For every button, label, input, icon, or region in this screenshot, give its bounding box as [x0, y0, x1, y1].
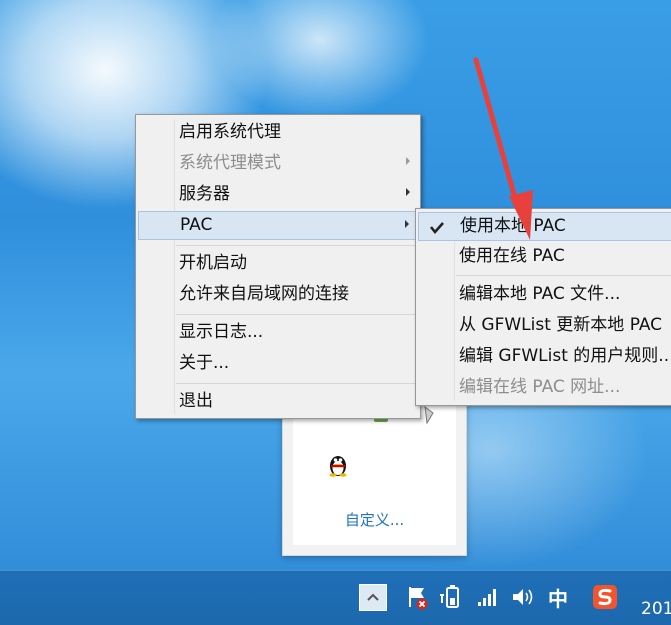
menu-item-label: 从 GFWList 更新本地 PAC [459, 315, 663, 335]
menu-item-label: PAC [180, 215, 213, 235]
menu-item-edit-local-pac-file[interactable]: 编辑本地 PAC 文件... [418, 280, 671, 309]
volume-icon[interactable] [509, 583, 537, 611]
sogou-ime-icon[interactable] [591, 583, 619, 611]
menu-item-use-local-pac[interactable]: 使用本地 PAC [418, 212, 671, 241]
menu-item-label: 关于... [179, 353, 230, 373]
menu-item-enable-system-proxy[interactable]: 启用系统代理 [138, 118, 418, 147]
menu-separator [176, 383, 416, 384]
battery-icon[interactable] [439, 583, 467, 611]
menu-item-label: 启用系统代理 [179, 122, 281, 142]
menu-item-edit-gfwlist-user-rules[interactable]: 编辑 GFWList 的用户规则... [418, 342, 671, 371]
taskbar: 中 201 [0, 570, 671, 625]
menu-item-label: 使用本地 PAC [460, 216, 566, 236]
clock[interactable]: 201 [641, 599, 671, 619]
notification-flag-icon[interactable] [403, 583, 431, 611]
menu-separator [456, 275, 671, 276]
menu-item-update-local-pac-from-gfwlist[interactable]: 从 GFWList 更新本地 PAC [418, 311, 671, 340]
ime-mode-indicator[interactable]: 中 [548, 583, 568, 612]
menu-item-allow-lan-connections[interactable]: 允许来自局域网的连接 [138, 280, 418, 309]
check-icon [429, 222, 444, 235]
tray-app-icon[interactable] [419, 405, 439, 425]
menu-separator [176, 314, 416, 315]
menu-item-label: 服务器 [179, 184, 230, 204]
tray-context-menu: 启用系统代理 系统代理模式 服务器 PAC 开机启动 允许来自局域网的连接 显示… [135, 114, 421, 419]
menu-item-start-on-boot[interactable]: 开机启动 [138, 249, 418, 278]
menu-item-label: 开机启动 [179, 253, 247, 273]
submenu-arrow-icon [406, 188, 410, 196]
menu-item-label: 编辑 GFWList 的用户规则... [459, 346, 671, 366]
menu-item-quit[interactable]: 退出 [138, 387, 418, 416]
menu-item-label: 系统代理模式 [179, 153, 281, 173]
menu-item-use-online-pac[interactable]: 使用在线 PAC [418, 242, 671, 271]
menu-item-label: 显示日志... [179, 322, 264, 342]
customize-link[interactable]: 自定义... [293, 509, 456, 530]
show-hidden-icons-button[interactable] [359, 584, 387, 611]
menu-item-pac[interactable]: PAC [138, 211, 418, 240]
menu-item-label: 允许来自局域网的连接 [179, 284, 349, 304]
menu-item-system-proxy-mode: 系统代理模式 [138, 149, 418, 178]
menu-item-servers[interactable]: 服务器 [138, 180, 418, 209]
menu-item-label: 退出 [179, 391, 213, 411]
menu-item-show-logs[interactable]: 显示日志... [138, 318, 418, 347]
pac-submenu: 使用本地 PAC 使用在线 PAC 编辑本地 PAC 文件... 从 GFWLi… [415, 208, 671, 406]
tray-overflow-popup: 自定义... [282, 396, 467, 556]
tray-overflow-area: 自定义... [293, 397, 456, 545]
network-signal-icon[interactable] [474, 583, 502, 611]
menu-item-edit-online-pac-url: 编辑在线 PAC 网址... [418, 373, 671, 402]
submenu-arrow-icon [406, 157, 410, 165]
submenu-arrow-icon [405, 220, 409, 228]
menu-item-label: 编辑本地 PAC 文件... [459, 284, 621, 304]
menu-separator [176, 245, 416, 246]
show-hidden-icons-chevron-icon [367, 593, 379, 601]
qq-penguin-icon[interactable] [325, 451, 351, 477]
menu-item-label: 使用在线 PAC [459, 246, 565, 266]
menu-item-label: 编辑在线 PAC 网址... [459, 377, 621, 397]
menu-item-about[interactable]: 关于... [138, 349, 418, 378]
